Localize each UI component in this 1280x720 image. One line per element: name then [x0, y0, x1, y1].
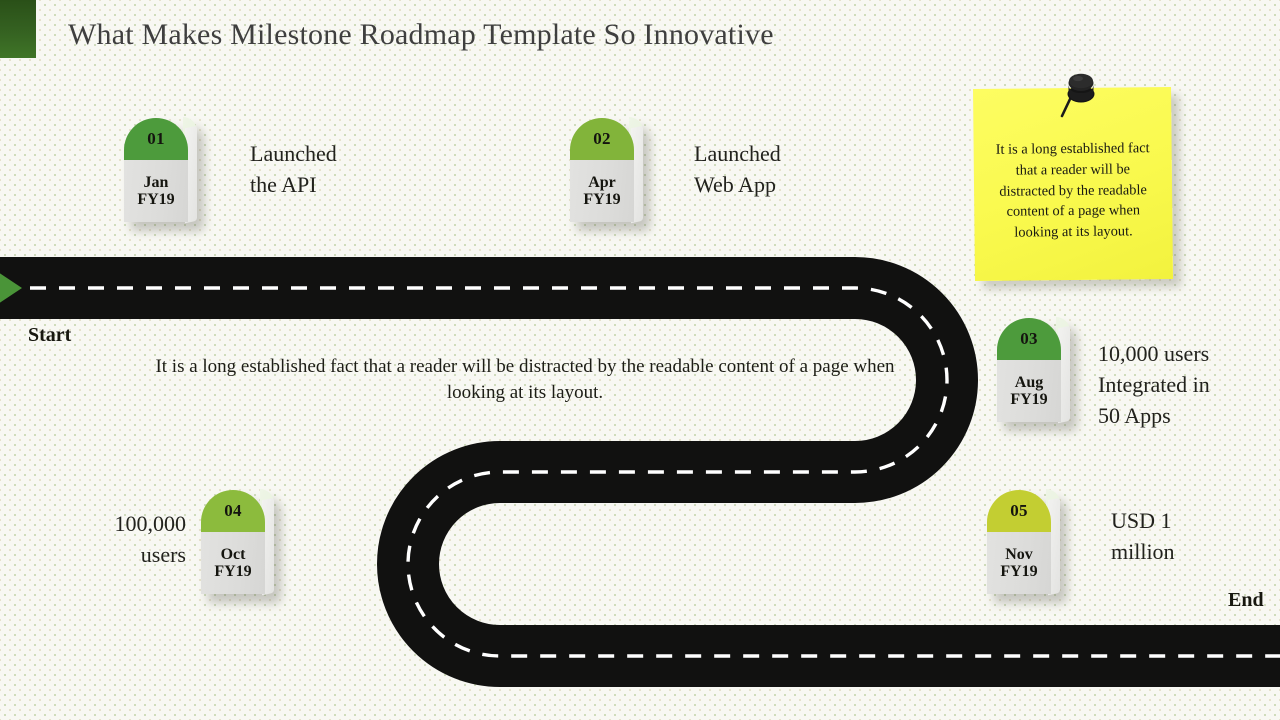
milestone-number-cap: 01: [124, 118, 188, 160]
milestone-date-body: Nov FY19: [987, 532, 1051, 594]
milestone-label-02: Launched Web App: [694, 141, 781, 198]
milestone-number-cap: 05: [987, 490, 1051, 532]
center-paragraph: It is a long established fact that a rea…: [155, 356, 895, 404]
milestone-year: FY19: [137, 191, 175, 208]
milestone-date-body: Oct FY19: [201, 532, 265, 594]
milestone-month: Nov: [1005, 545, 1033, 563]
milestone-stone: 02 Apr FY19: [570, 117, 643, 224]
milestone-label-05: USD 1 million: [1111, 508, 1175, 565]
milestone-stone: 05 Nov FY19: [987, 489, 1060, 596]
milestone-month: Oct: [220, 545, 246, 563]
milestone-date-body: Aug FY19: [997, 360, 1061, 422]
milestone-date-body: Apr FY19: [570, 160, 634, 222]
sticky-note-text: It is a long established fact that a rea…: [995, 140, 1150, 241]
milestone-marker-02[interactable]: 02 Apr FY19: [570, 117, 643, 224]
road-end-label: End: [1228, 589, 1264, 611]
milestone-number-cap: 04: [201, 490, 265, 532]
milestone-year: FY19: [1010, 391, 1048, 408]
milestone-year: FY19: [1000, 563, 1038, 580]
slide-canvas: What Makes Milestone Roadmap Template So…: [0, 0, 1280, 720]
milestone-label-04: 100,000 users: [114, 511, 187, 568]
milestone-month: Jan: [143, 173, 169, 191]
milestone-month: Aug: [1014, 373, 1044, 391]
milestone-marker-03[interactable]: 03 Aug FY19: [997, 317, 1070, 424]
milestone-year: FY19: [583, 191, 621, 208]
milestone-number-cap: 02: [570, 118, 634, 160]
milestone-stone: 03 Aug FY19: [997, 317, 1070, 424]
milestone-date-body: Jan FY19: [124, 160, 188, 222]
milestone-month: Apr: [588, 173, 616, 191]
road-surface: [0, 257, 1280, 687]
milestone-marker-04[interactable]: 04 Oct FY19: [201, 489, 274, 596]
road-center-line: [30, 286, 1280, 658]
pushpin-icon: [1060, 73, 1095, 118]
milestone-stone: 01 Jan FY19: [124, 117, 197, 224]
milestone-label-03: 10,000 users Integrated in 50 Apps: [1098, 341, 1210, 429]
milestone-stone: 04 Oct FY19: [201, 489, 274, 596]
sticky-note[interactable]: It is a long established fact that a rea…: [973, 73, 1173, 282]
milestone-marker-01[interactable]: 01 Jan FY19: [124, 117, 197, 224]
milestone-label-01: Launched the API: [250, 141, 337, 198]
milestone-number-cap: 03: [997, 318, 1061, 360]
milestone-marker-05[interactable]: 05 Nov FY19: [987, 489, 1060, 596]
milestone-year: FY19: [214, 563, 252, 580]
road-start-label: Start: [28, 324, 72, 346]
